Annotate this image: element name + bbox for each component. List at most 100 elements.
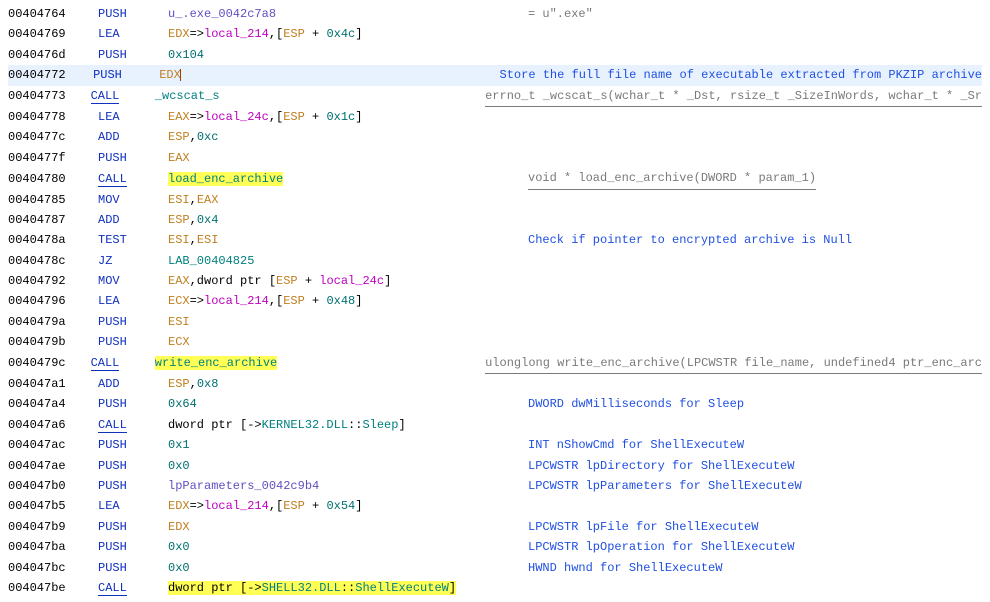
operand-token: ,[ [269,110,283,124]
mnemonic: PUSH [98,7,127,21]
operand-token: load_enc_archive [168,172,283,186]
operand-token: 0x1c [326,110,355,124]
disasm-row[interactable]: 00404792MOVEAX,dword ptr [ESP + local_24… [8,271,982,291]
disasm-row[interactable]: 0040479bPUSHECX [8,332,982,352]
operand-token: ESP [276,274,298,288]
disasm-row[interactable]: 004047a4PUSH0x64DWORD dwMilliseconds for… [8,394,982,414]
address: 0040479c [8,353,91,373]
operand-token: EDX [168,499,190,513]
disasm-row[interactable]: 004047b5LEA EDX=>local_214,[ESP + 0x54] [8,496,982,516]
disasm-row[interactable]: 004047a1ADDESP,0x8 [8,374,982,394]
operand-token: ,[ [269,499,283,513]
mnemonic: JZ [98,254,112,268]
disasm-row[interactable]: 004047b9PUSHEDXLPCWSTR lpFile for ShellE… [8,517,982,537]
operands: EAX,dword ptr [ESP + local_24c] [168,271,528,291]
address: 0040478a [8,230,98,250]
address: 004047ba [8,537,98,557]
mnemonic: LEA [98,110,120,124]
address: 004047bc [8,558,98,578]
operand-token: EAX [168,151,190,165]
address: 00404787 [8,210,98,230]
address: 0040477f [8,148,98,168]
address: 00404796 [8,291,98,311]
operand-token: ESI [168,315,190,329]
disasm-row[interactable]: 00404780CALLload_enc_archivevoid * load_… [8,168,982,189]
disasm-row[interactable]: 0040477cADDESP,0xc [8,127,982,147]
disasm-row[interactable]: 0040478cJZLAB_00404825 [8,251,982,271]
disasm-row[interactable]: 004047beCALLdword ptr [->SHELL32.DLL::Sh… [8,578,982,598]
address: 0040476d [8,45,98,65]
address: 004047b5 [8,496,98,516]
mnemonic: CALL [98,581,127,596]
operand-token: ESI [168,233,190,247]
operand-token: EAX [168,110,190,124]
address: 004047ac [8,435,98,455]
comment: errno_t _wcscat_s(wchar_t * _Dst, rsize_… [485,86,982,107]
mnemonic: LEA [98,499,120,513]
operand-token: ] [384,274,391,288]
disasm-row[interactable]: 00404764PUSHu_.exe_0042c7a8= u".exe" [8,4,982,24]
operands: 0x0 [168,558,528,578]
operand-token: lpParameters_0042c9b4 [168,479,319,493]
operand-token: 0xc [197,130,219,144]
disasm-row[interactable]: 00404778LEAEAX=>local_24c,[ESP + 0x1c] [8,107,982,127]
disasm-row[interactable]: 00404769LEAEDX=>local_214,[ESP + 0x4c] [8,24,982,44]
operand-token: + [298,274,320,288]
mnemonic: CALL [98,172,127,187]
operand-token: 0x8 [197,377,219,391]
operand-token: , [190,377,197,391]
disasm-row[interactable]: 0040476dPUSH0x104 [8,45,982,65]
mnemonic: ADD [98,377,120,391]
operand-token: SHELL32.DLL [262,581,341,595]
address: 00404792 [8,271,98,291]
operand-token: , [190,193,197,207]
disasm-row[interactable]: 004047aePUSH0x0LPCWSTR lpDirectory for S… [8,456,982,476]
text-caret [180,69,181,81]
address: 00404769 [8,24,98,44]
address: 004047b0 [8,476,98,496]
mnemonic: CALL [91,89,120,104]
disasm-row[interactable]: 00404785MOVESI,EAX [8,190,982,210]
operands: 0x0 [168,456,528,476]
disasm-row[interactable]: 0040477fPUSHEAX [8,148,982,168]
operand-token: :: [348,418,362,432]
disasm-row[interactable]: 0040479cCALLwrite_enc_archiveulonglong w… [8,353,982,374]
operand-token: ESP [283,27,305,41]
operand-token: EDX [168,520,190,534]
mnemonic: LEA [98,294,120,308]
disasm-row[interactable]: 004047acPUSH0x1INT nShowCmd for ShellExe… [8,435,982,455]
address: 004047a1 [8,374,98,394]
mnemonic: PUSH [98,335,127,349]
operand-token: :: [341,581,355,595]
disasm-row[interactable]: 004047b0PUSHlpParameters_0042c9b4LPCWSTR… [8,476,982,496]
operand-token: 0x4c [326,27,355,41]
operands: EDX=>local_214,[ESP + 0x4c] [168,24,528,44]
operand-token: => [190,499,204,513]
operand-token: ESI [197,233,219,247]
comment: Store the full file name of executable e… [500,65,982,85]
operands: ECX [168,332,528,352]
address: 00404764 [8,4,98,24]
operand-token: 0x54 [326,499,355,513]
operands: ESP,0x4 [168,210,528,230]
operand-token: ESP [168,213,190,227]
operands: EDX=>local_214,[ESP + 0x54] [168,496,528,516]
disasm-row[interactable]: 004047a6CALLdword ptr [->KERNEL32.DLL::S… [8,415,982,435]
disasm-row[interactable]: 00404772PUSHEDXStore the full file name … [8,65,982,85]
disasm-row[interactable]: 0040478aTESTESI,ESICheck if pointer to e… [8,230,982,250]
disasm-row[interactable]: 004047baPUSH0x0LPCWSTR lpOperation for S… [8,537,982,557]
disasm-row[interactable]: 004047bcPUSH0x0HWND hwnd for ShellExecut… [8,558,982,578]
operand-token: 0x1 [168,438,190,452]
operand-token: => [190,294,204,308]
address: 004047a4 [8,394,98,414]
mnemonic: CALL [91,356,120,371]
address: 004047a6 [8,415,98,435]
disassembly-listing[interactable]: 00404764PUSHu_.exe_0042c7a8= u".exe"0040… [8,4,982,598]
operand-token: dword ptr [-> [168,581,262,595]
disasm-row[interactable]: 00404773CALL_wcscat_serrno_t _wcscat_s(w… [8,86,982,107]
address: 00404772 [8,65,93,85]
comment: Check if pointer to encrypted archive is… [528,230,852,250]
disasm-row[interactable]: 00404796LEAECX=>local_214,[ESP + 0x48] [8,291,982,311]
disasm-row[interactable]: 0040479aPUSHESI [8,312,982,332]
disasm-row[interactable]: 00404787ADDESP,0x4 [8,210,982,230]
